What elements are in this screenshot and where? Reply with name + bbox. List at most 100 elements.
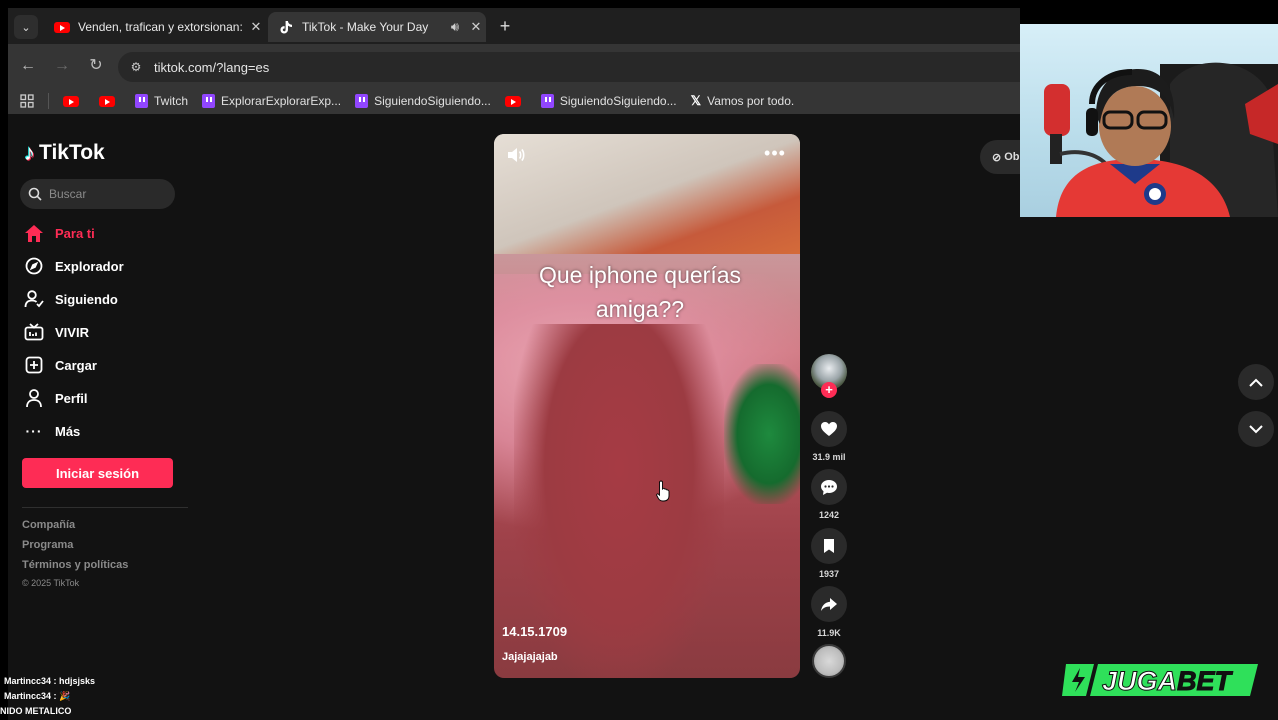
home-icon: [22, 221, 46, 245]
comment-count: 1242: [818, 510, 840, 520]
twitch-icon: [355, 94, 369, 108]
nav-label: VIVIR: [55, 324, 89, 340]
browser-tab-youtube[interactable]: Venden, trafican y extorsionan: ✕: [44, 12, 266, 42]
video-caption-overlay: Que iphone querías amiga??: [494, 258, 786, 326]
twitch-icon: [202, 94, 216, 108]
comment-button[interactable]: [811, 469, 847, 505]
bookmark-twitch[interactable]: Twitch: [135, 94, 188, 108]
bookmark-youtube[interactable]: [63, 95, 85, 107]
webcam-overlay: [1020, 24, 1278, 217]
youtube-icon: [99, 95, 115, 107]
logo-text: TikTok: [39, 141, 105, 164]
sidebar-divider: [22, 507, 188, 508]
tiktok-icon: [278, 19, 294, 35]
caption-line: Que iphone querías: [538, 262, 742, 288]
twitch-icon: [135, 94, 148, 108]
following-icon: [22, 287, 46, 311]
bookmark-label: SiguiendoSiguiendo...: [559, 94, 677, 108]
youtube-icon: [504, 95, 521, 107]
chevron-down-icon: [1249, 424, 1263, 433]
forward-button[interactable]: →: [50, 55, 74, 77]
site-settings-icon[interactable]: ⚙: [118, 60, 154, 74]
apps-icon[interactable]: [20, 94, 34, 108]
url-text: tiktok.com/?lang=es: [154, 59, 270, 75]
address-bar[interactable]: ⚙ tiktok.com/?lang=es: [118, 52, 1020, 82]
youtube-icon: [54, 19, 70, 35]
footer-link-program[interactable]: Programa: [22, 539, 73, 551]
chevron-down-icon: ⌄: [21, 21, 31, 34]
next-video-button[interactable]: [1238, 411, 1274, 447]
nav-vivir[interactable]: VIVIR: [22, 318, 89, 346]
heart-icon: [821, 422, 837, 436]
tab-search-button[interactable]: ⌄: [14, 15, 38, 39]
nav-perfil[interactable]: Perfil: [22, 384, 88, 412]
previous-video-button[interactable]: [1238, 364, 1274, 400]
compass-icon: [22, 254, 46, 278]
back-button[interactable]: ←: [16, 55, 40, 77]
close-icon[interactable]: ✕: [466, 19, 486, 35]
footer-link-terms[interactable]: Términos y políticas: [22, 559, 128, 571]
save-count: 1937: [818, 569, 840, 579]
reload-icon: ↻: [89, 57, 103, 74]
bookmark-siguiendo[interactable]: SiguiendoSiguiendo...: [355, 94, 491, 108]
video-player[interactable]: [494, 134, 800, 678]
new-tab-button[interactable]: +: [494, 15, 516, 37]
search-input[interactable]: [49, 187, 169, 201]
save-button[interactable]: [811, 528, 847, 564]
like-button[interactable]: [811, 411, 847, 447]
nav-explorador[interactable]: Explorador: [22, 252, 124, 280]
speaker-icon[interactable]: 🔊︎: [444, 19, 466, 35]
youtube-icon: [63, 95, 79, 107]
arrow-left-icon: ←: [20, 57, 36, 74]
live-icon: [22, 320, 46, 344]
upload-icon: [22, 353, 46, 377]
bookmark-explorar[interactable]: ExplorarExplorarExp...: [202, 94, 341, 108]
follow-button[interactable]: +: [821, 382, 837, 398]
nav-label: Siguiendo: [55, 291, 118, 307]
chat-text: hdjsjsks: [59, 676, 96, 686]
nav-label: Explorador: [55, 258, 124, 274]
like-count: 31.9 mil: [812, 452, 846, 462]
profile-icon: [22, 386, 46, 410]
svg-text:JUGABET: JUGABET: [1102, 666, 1234, 696]
caption-line: amiga??: [595, 296, 685, 322]
chat-user: Martincc34: [4, 691, 52, 701]
video-description: Jajajajajab: [502, 651, 558, 663]
bookmark-youtube[interactable]: [99, 95, 121, 107]
more-options-icon[interactable]: •••: [762, 144, 788, 166]
nav-para-ti[interactable]: Para ti: [22, 219, 95, 247]
copyright-text: © 2025 TikTok: [22, 578, 80, 588]
bookmark-label: Vamos por todo.: [707, 94, 795, 108]
nav-mas[interactable]: ··· Más: [22, 417, 81, 445]
nav-cargar[interactable]: Cargar: [22, 351, 97, 379]
bookmark-separator: [48, 93, 49, 109]
close-icon[interactable]: ✕: [246, 19, 266, 35]
nav-label: Perfil: [55, 390, 88, 406]
get-app-label: Ob: [1004, 151, 1020, 163]
search-icon: [28, 187, 42, 201]
chat-user: Martincc34: [4, 676, 52, 686]
comment-icon: [821, 479, 837, 495]
search-box[interactable]: [20, 179, 175, 209]
bookmark-siguiendo[interactable]: SiguiendoSiguiendo...: [540, 94, 677, 108]
bookmark-label: Twitch: [154, 94, 189, 108]
share-button[interactable]: [811, 586, 847, 622]
tiktok-logo[interactable]: ♪ TikTok: [24, 140, 105, 166]
tab-title: TikTok - Make Your Day: [302, 20, 429, 34]
video-author[interactable]: 14.15.1709: [502, 624, 567, 639]
nav-siguiendo[interactable]: Siguiendo: [22, 285, 118, 313]
chat-text: 🎉: [59, 691, 71, 701]
browser-tab-tiktok[interactable]: TikTok - Make Your Day 🔊︎ ✕: [268, 12, 486, 42]
chat-message: Martincc34 : hdjsjsks: [4, 676, 96, 686]
x-icon: 𝕏: [690, 93, 702, 108]
download-icon: ⊘: [992, 151, 1002, 164]
reload-button[interactable]: ↻: [84, 55, 108, 77]
footer-link-company[interactable]: Compañía: [22, 519, 75, 531]
tiktok-icon: ♪: [24, 140, 35, 165]
nav-label: Más: [55, 423, 81, 439]
music-disc[interactable]: [812, 644, 846, 678]
volume-icon[interactable]: [506, 146, 528, 168]
login-button[interactable]: Iniciar sesión: [22, 458, 173, 488]
bookmark-x[interactable]: 𝕏 Vamos por todo.: [691, 93, 795, 109]
bookmark-youtube[interactable]: [504, 95, 527, 107]
